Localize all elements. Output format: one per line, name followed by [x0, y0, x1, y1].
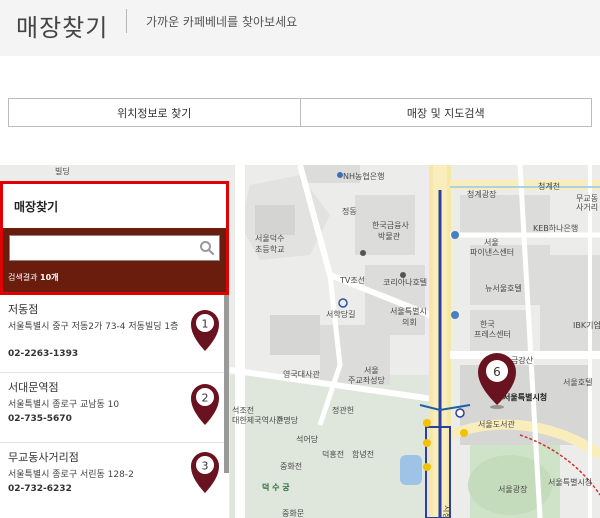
map-label-city-hall: 서울특별시청: [503, 392, 547, 402]
map-pin-icon[interactable]: 3: [190, 451, 220, 495]
store-phone: 02-735-5670: [8, 414, 72, 424]
map-label: 석어당: [296, 434, 319, 444]
map-label: 박물관: [378, 231, 401, 241]
map-label: NH농협은행: [343, 171, 384, 181]
store-name: 서대문역점: [8, 381, 59, 394]
map-label: 한국: [480, 320, 495, 329]
map-label: 서울: [484, 238, 499, 247]
bank-icon: [337, 172, 343, 178]
map-pin-icon[interactable]: 2: [190, 383, 220, 427]
hotel-icon: [400, 272, 406, 278]
map-label: 청계광장: [467, 189, 497, 199]
store-name: 무교동사거리점: [8, 451, 79, 464]
pin-number: 1: [202, 318, 209, 331]
map-label: 서울호텔: [563, 378, 592, 387]
page-title: 매장찾기: [16, 14, 109, 42]
panel-title-box: 매장찾기: [3, 184, 226, 228]
page-subtitle: 가까운 카페베네를 찾아보세요: [146, 15, 298, 29]
header-divider: [126, 9, 127, 33]
map-label: 청계천: [538, 181, 560, 191]
bus-stop-icon: [451, 231, 459, 239]
map-label: 주교좌성당: [348, 375, 385, 385]
tab-store-map-search[interactable]: 매장 및 지도검색: [299, 99, 592, 126]
map-label-deoksugung: 덕 수 궁: [262, 482, 290, 492]
panel-title: 매장찾기: [14, 200, 59, 214]
subway-exit-icon: [455, 408, 465, 418]
search-box: [9, 235, 220, 261]
store-item-3[interactable]: 무교동사거리점 서울특별시 종로구 서린동 128-2 02-732-6232 …: [0, 443, 224, 518]
store-item-2[interactable]: 서대문역점 서울특별시 종로구 교남동 10 02-735-5670 2: [0, 373, 224, 443]
pin-number: 2: [202, 392, 209, 405]
store-result-list[interactable]: 저동점 서울특별시 중구 저동2가 73-4 저동빌딩 1층 02-2263-1…: [0, 295, 229, 518]
list-scrollbar[interactable]: [224, 295, 229, 473]
map-label: 사거리: [576, 203, 598, 212]
map-label: 서학당길: [326, 309, 355, 319]
search-mode-tabs: 위치정보로 찾기 매장 및 지도검색: [8, 98, 592, 127]
search-icon[interactable]: [199, 240, 215, 256]
map-label: 서울광장: [498, 484, 528, 494]
map-label-subway-station: 시청: [442, 505, 451, 518]
bus-stop-icon: [451, 311, 459, 319]
result-count-label: 검색결과: [8, 273, 38, 282]
map-label: 덕홍전: [322, 449, 344, 459]
map-label: 금강산: [511, 355, 534, 365]
subway-exit-icon: [423, 419, 431, 427]
subway-exit-icon: [460, 429, 468, 437]
map-label: 준명당: [276, 415, 299, 425]
map-label: 코리아나호텔: [383, 277, 427, 287]
map-label: 의회: [402, 317, 417, 327]
map-label: 정동: [342, 206, 357, 216]
store-address: 서울특별시 종로구 서린동 128-2: [8, 470, 134, 480]
subway-exit-icon: [423, 463, 431, 471]
map-label: TV조선: [339, 276, 365, 285]
map-label: 정관헌: [332, 405, 354, 415]
map-label: 무교동: [576, 194, 598, 203]
result-count-value: 10개: [40, 273, 59, 282]
map-label: 한국금융사: [372, 221, 409, 230]
map-label: 서울특별시청: [548, 477, 592, 487]
map-label: 중화전: [280, 461, 302, 471]
store-phone: 02-2263-1393: [8, 349, 79, 359]
map-label: 뉴서울호텔: [485, 284, 522, 293]
scrollbar-thumb[interactable]: [224, 295, 229, 473]
map-pin-icon[interactable]: 1: [190, 309, 220, 353]
subway-exit-icon: [423, 439, 431, 447]
store-phone: 02-732-6232: [8, 484, 72, 494]
store-address: 서울특별시 종로구 교남동 10: [8, 400, 120, 410]
pin-number: 3: [202, 460, 209, 473]
map-label: 서울도서관: [478, 419, 515, 429]
poi-icon: [360, 250, 366, 256]
store-name: 저동점: [8, 303, 39, 316]
store-search-panel: 매장찾기 검색결과 10개 저동점 서울특별시 중구 저동2가 73-4 저동빌…: [0, 181, 229, 518]
result-count: 검색결과 10개: [8, 272, 59, 283]
map-label: 서울: [364, 366, 379, 375]
map-label: 영국대사관: [283, 369, 320, 379]
map-label: 함녕전: [352, 449, 374, 459]
map-label: IBK기업은행: [573, 320, 600, 330]
search-panel-header: 매장찾기 검색결과 10개: [0, 181, 229, 295]
map-label: 서울덕수: [255, 233, 284, 243]
map-label: 파이낸스센터: [470, 247, 514, 257]
map-label: 중화문: [282, 509, 304, 518]
map-label: 초등학교: [255, 244, 284, 254]
map-label: 프레스센터: [474, 329, 511, 339]
page-header: 매장찾기 가까운 카페베네를 찾아보세요: [0, 0, 600, 56]
map-label: 빌딩: [55, 166, 70, 176]
map-label: KEB하나은행: [533, 223, 578, 233]
tab-location-search[interactable]: 위치정보로 찾기: [9, 99, 300, 126]
map-marker-number: 6: [493, 365, 501, 379]
map-label: 석조전: [232, 405, 254, 415]
store-search-input[interactable]: [10, 236, 190, 260]
store-address: 서울특별시 중구 저동2가 73-4 저동빌딩 1층: [8, 322, 179, 332]
map-label: 서울특별시: [390, 306, 427, 316]
store-item-1[interactable]: 저동점 서울특별시 중구 저동2가 73-4 저동빌딩 1층 02-2263-1…: [0, 295, 224, 373]
